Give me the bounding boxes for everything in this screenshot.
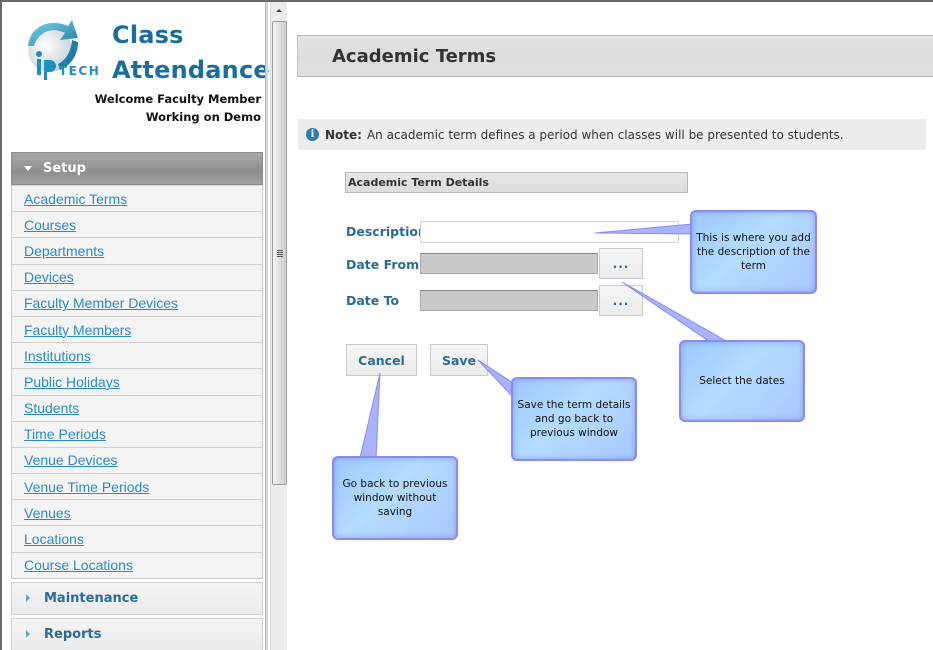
sidebar-link[interactable]: Departments [24,243,104,259]
pane-splitter[interactable] [265,2,268,650]
sidebar-link[interactable]: Course Locations [24,557,133,573]
callout-dates: Select the dates [679,340,805,422]
setup-menu: Academic Terms Courses Departments Devic… [11,185,263,579]
welcome-text: Welcome Faculty Member [94,92,261,106]
app-title-line1: Class [112,21,184,49]
info-icon: i [306,128,319,141]
date-from-picker-button[interactable]: ... [599,248,643,279]
grip-icon [277,250,283,258]
cancel-button[interactable]: Cancel [346,344,417,376]
sidebar-item-venue-time-periods: Venue Time Periods [12,473,262,499]
date-to-label: Date To [346,293,400,308]
sidebar-item-time-periods: Time Periods [12,420,262,447]
info-note: i Note: An academic term defines a perio… [298,119,926,150]
sidebar-link[interactable]: Locations [24,531,84,547]
description-label: Description [346,224,427,239]
sidebar-link[interactable]: Faculty Member Devices [24,295,178,311]
sidebar-item-faculty-members: Faculty Members [12,315,262,342]
page-header: Academic Terms [297,35,933,77]
scroll-up-button[interactable] [271,2,287,19]
sidebar-link[interactable]: Courses [24,217,76,233]
sidebar-item-academic-terms: Academic Terms [12,185,262,211]
sidebar-item-departments: Departments [12,237,262,263]
sidebar-link[interactable]: Venue Time Periods [24,479,149,495]
section-label: Maintenance [44,590,139,606]
date-from-label: Date From [346,257,420,272]
sidebar-link[interactable]: Students [24,400,79,416]
date-to-input[interactable] [420,290,598,311]
section-title: Academic Term Details [345,172,688,193]
caret-right-icon [26,630,30,639]
sidebar-link[interactable]: Time Periods [24,426,106,442]
sidebar-link[interactable]: Venues [24,505,71,521]
sidebar-item-courses: Courses [12,211,262,237]
note-text: An academic term defines a period when c… [366,127,844,142]
section-header-setup[interactable]: Setup [11,152,263,185]
section-header-reports[interactable]: Reports [11,617,263,650]
sidebar-item-venue-devices: Venue Devices [12,446,262,473]
welcome-info: Welcome Faculty Member Working on Demo [95,90,261,126]
sidebar-accordion: Setup Academic Terms Courses Departments… [11,152,263,650]
section-label: Reports [44,626,102,642]
date-from-input[interactable] [420,253,598,274]
sidebar-item-devices: Devices [12,263,262,290]
sidebar-link[interactable]: Faculty Members [24,322,131,338]
app-title: Class Attendance [112,18,270,88]
caret-right-icon [26,594,30,603]
callout-save: Save the term details and go back to pre… [511,377,637,461]
main-content: Academic Terms i Note: An academic term … [287,2,933,650]
note-label: Note: [325,127,362,142]
sidebar-link[interactable]: Venue Devices [24,452,117,468]
save-button[interactable]: Save [430,344,488,376]
sidebar-item-course-locations: Course Locations [12,551,262,578]
sidebar-item-faculty-member-devices: Faculty Member Devices [12,289,262,316]
sidebar-link[interactable]: Devices [24,269,74,285]
caret-down-icon [24,166,32,171]
sidebar-item-public-holidays: Public Holidays [12,368,262,394]
section-header-maintenance[interactable]: Maintenance [11,581,263,615]
sidebar-item-institutions: Institutions [12,342,262,368]
sidebar-link[interactable]: Public Holidays [24,374,120,390]
scrollbar-thumb[interactable] [272,21,287,485]
iptech-logo: TECH [20,16,104,86]
page-title: Academic Terms [332,46,497,67]
sidebar-item-students: Students [12,394,262,421]
sidebar-link[interactable]: Academic Terms [24,191,127,207]
vertical-scrollbar[interactable] [270,2,287,650]
svg-text:TECH: TECH [59,64,100,78]
app-title-line2: Attendance [112,56,270,84]
callout-description: This is where you add the description of… [690,210,817,294]
section-label: Setup [43,161,86,176]
sidebar: TECH Class Attendance Welcome Faculty Me… [2,2,270,650]
sidebar-item-locations: Locations [12,525,262,551]
callout-cancel: Go back to previous window without savin… [332,456,458,540]
working-on-text: Working on Demo [145,110,261,124]
arrow-up-icon [276,9,282,12]
description-input[interactable] [420,221,679,243]
sidebar-link[interactable]: Institutions [24,348,91,364]
date-to-picker-button[interactable]: ... [599,285,643,316]
sidebar-item-venues: Venues [12,499,262,525]
